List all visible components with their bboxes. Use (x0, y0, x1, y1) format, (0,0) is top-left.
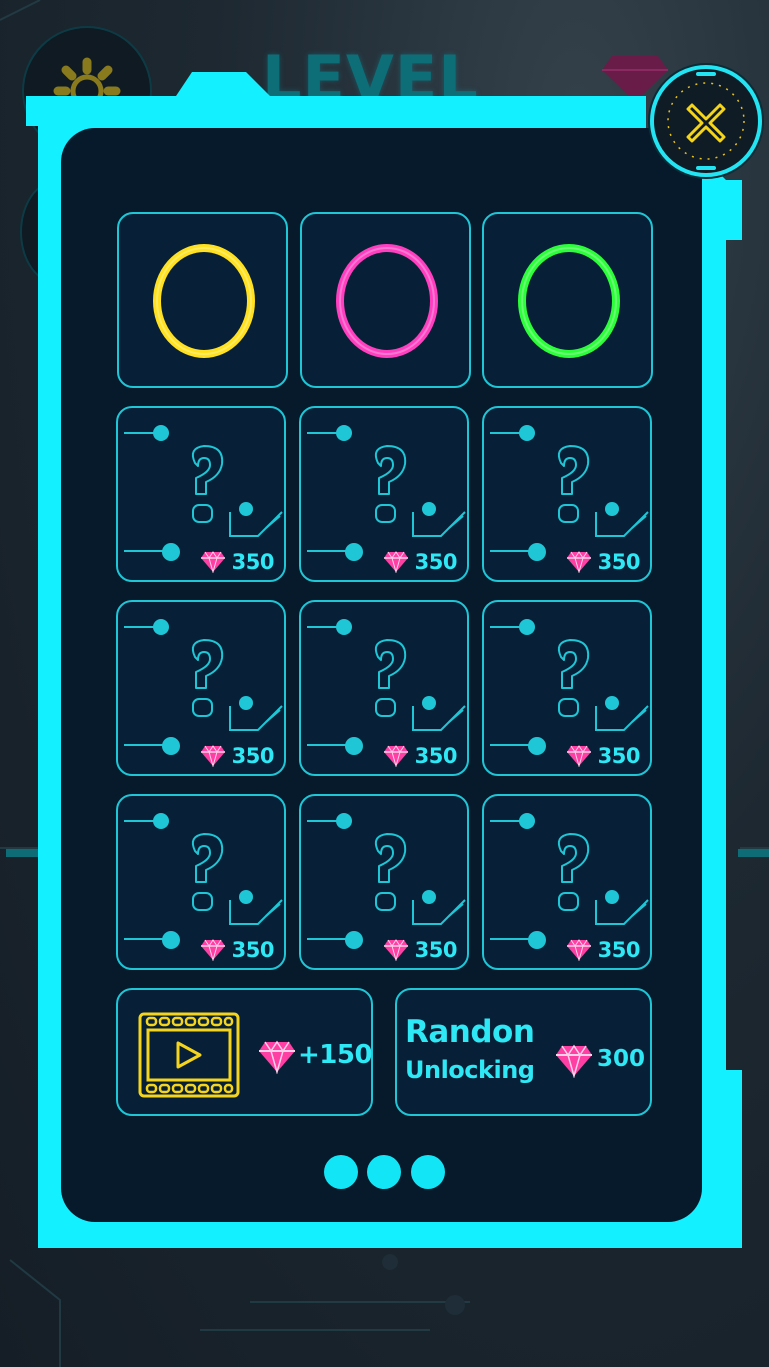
skin-price-value: 350 (414, 550, 458, 574)
page-dot-2[interactable] (367, 1155, 401, 1189)
gem-icon (556, 1044, 592, 1078)
skin-price: 350 (200, 744, 275, 768)
skin-price: 350 (383, 550, 458, 574)
skin-price: 350 (200, 550, 275, 574)
random-unlock-subtitle: Unlocking (405, 1056, 535, 1084)
random-unlock-price: 300 (597, 1046, 646, 1072)
skin-price: 350 (566, 744, 641, 768)
locked-skin-tile[interactable]: 350 (299, 600, 469, 776)
skin-price-value: 350 (597, 938, 641, 962)
skin-tile-green-ring[interactable] (482, 212, 653, 388)
ring-green-icon (518, 244, 620, 358)
locked-skin-tile[interactable]: 350 (116, 794, 286, 970)
video-reward-amount: +150 (298, 1040, 373, 1070)
skin-price: 350 (566, 550, 641, 574)
skin-price-value: 350 (231, 938, 275, 962)
skin-price: 350 (383, 938, 458, 962)
skin-price-value: 350 (414, 938, 458, 962)
skin-price-value: 350 (414, 744, 458, 768)
skin-tile-pink-ring[interactable] (300, 212, 471, 388)
skin-price-value: 350 (231, 744, 275, 768)
skin-tile-yellow-ring[interactable] (117, 212, 288, 388)
gem-icon (383, 939, 408, 961)
locked-skin-tile[interactable]: 350 (299, 406, 469, 582)
random-unlock-button[interactable]: Randon Unlocking 300 (395, 988, 652, 1116)
gem-icon (566, 745, 591, 767)
close-button[interactable] (650, 65, 762, 177)
locked-skin-tile[interactable]: 350 (116, 600, 286, 776)
random-unlock-title: Randon (405, 1014, 535, 1050)
close-x-icon (667, 72, 745, 170)
page-dot-1[interactable] (324, 1155, 358, 1189)
gem-icon (566, 939, 591, 961)
skin-price: 350 (383, 744, 458, 768)
gem-icon (259, 1040, 295, 1074)
ring-pink-icon (336, 244, 438, 358)
gem-icon (200, 745, 225, 767)
skin-price-value: 350 (597, 744, 641, 768)
locked-skin-tile[interactable]: 350 (482, 406, 652, 582)
locked-skin-tile[interactable]: 350 (482, 600, 652, 776)
locked-skin-tile[interactable]: 350 (482, 794, 652, 970)
gem-icon (200, 939, 225, 961)
watch-video-reward-button[interactable]: +150 (116, 988, 373, 1116)
gem-icon (383, 745, 408, 767)
gem-icon (383, 551, 408, 573)
skin-price-value: 350 (597, 550, 641, 574)
skin-price-value: 350 (231, 550, 275, 574)
skin-price: 350 (566, 938, 641, 962)
gem-icon (200, 551, 225, 573)
gem-icon (566, 551, 591, 573)
page-dot-3[interactable] (411, 1155, 445, 1189)
ring-yellow-icon (153, 244, 255, 358)
locked-skin-tile[interactable]: 350 (116, 406, 286, 582)
skin-price: 350 (200, 938, 275, 962)
locked-skin-tile[interactable]: 350 (299, 794, 469, 970)
video-play-icon (138, 1012, 240, 1098)
